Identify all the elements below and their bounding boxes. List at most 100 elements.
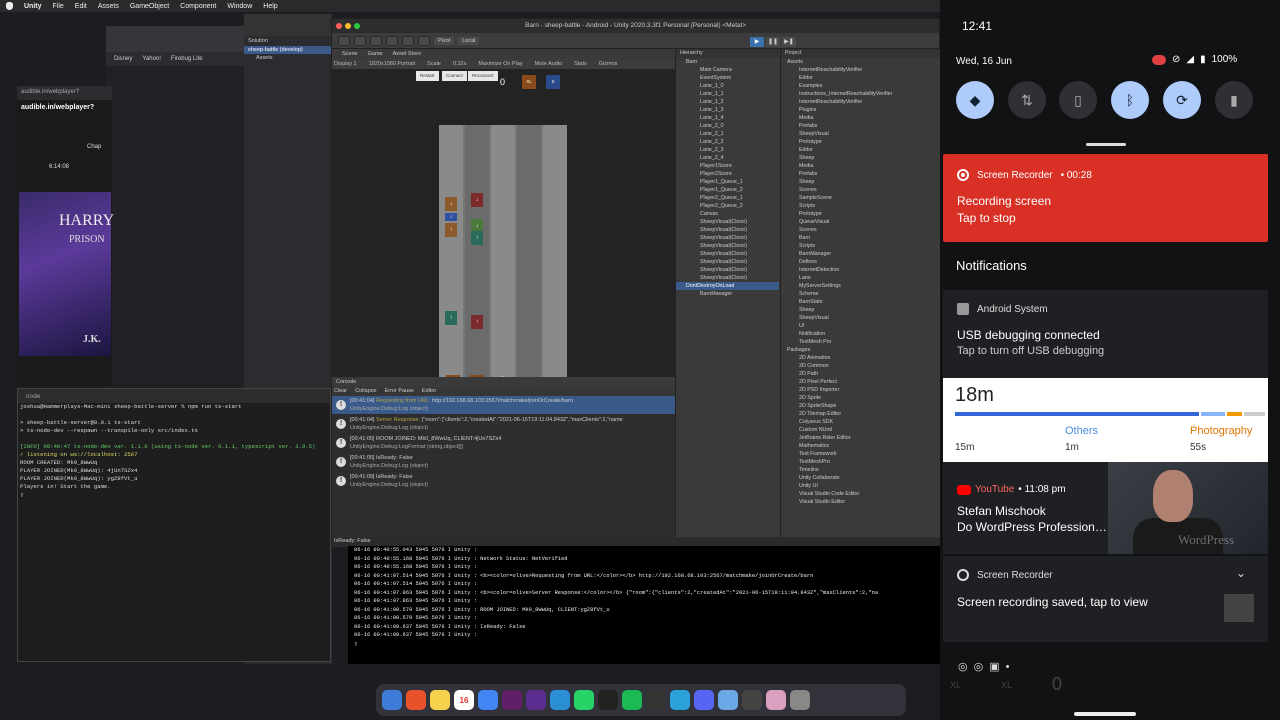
project-item[interactable]: 2D Sprite (781, 394, 940, 402)
hierarchy-item[interactable]: Lane_2_0 (676, 122, 779, 130)
console-entry[interactable]: ! [00:41:04] Server Response: {"room":{"c… (332, 415, 675, 434)
hierarchy-item[interactable]: Lane_1_3 (676, 106, 779, 114)
project-item[interactable]: SheepVisual (781, 314, 940, 322)
hierarchy-item[interactable]: Lane_2_3 (676, 146, 779, 154)
home-gesture-bar[interactable] (1074, 712, 1136, 716)
project-item[interactable]: MyServerSettings (781, 282, 940, 290)
hierarchy-item[interactable]: Player2_Queue_1 (676, 194, 779, 202)
hierarchy-item[interactable]: EventSystem (676, 74, 779, 82)
slack-icon[interactable] (502, 690, 522, 710)
browser-tabs[interactable] (106, 26, 256, 52)
project-item[interactable]: Visual Studio Editor (781, 498, 940, 506)
rect-tool-icon[interactable] (402, 35, 414, 46)
photos-icon[interactable] (766, 690, 786, 710)
lane-4[interactable] (517, 125, 541, 381)
brave-icon[interactable] (406, 690, 426, 710)
hierarchy-item[interactable]: SheepVisual(Clone) (676, 266, 779, 274)
menu-help[interactable]: Help (263, 3, 277, 10)
project-item[interactable]: Assets (781, 58, 940, 66)
connect-button[interactable]: Connect (442, 71, 467, 81)
project-item[interactable]: Media (781, 162, 940, 170)
chrome-icon[interactable] (478, 690, 498, 710)
local-toggle[interactable]: Local (458, 36, 480, 45)
project-item[interactable]: Timeline (781, 466, 940, 474)
hierarchy-item[interactable]: Lane_1_0 (676, 82, 779, 90)
reconnect-button[interactable]: Reconnect (468, 71, 498, 81)
recorder-stop-action[interactable]: Tap to stop (957, 211, 1016, 225)
youtube-notification[interactable]: YouTube • 11:08 pm Stefan Mischook Do Wo… (943, 462, 1268, 554)
shade-drag-handle[interactable] (1086, 143, 1126, 146)
tab-asset-store[interactable]: Asset Store (393, 49, 421, 59)
project-item[interactable]: Packages (781, 346, 940, 354)
screen-time-widget[interactable]: 18m 15m Others 1m Photography 55s (943, 378, 1268, 462)
lane-1[interactable] (439, 125, 463, 381)
project-item[interactable]: Visual Studio Code Editor (781, 490, 940, 498)
project-item[interactable]: Test Framework (781, 450, 940, 458)
step-button[interactable]: ▶❚ (782, 37, 796, 47)
maximize-on-play-toggle[interactable]: Maximize On Play (478, 59, 522, 69)
hierarchy-item[interactable]: SheepVisual(Clone) (676, 226, 779, 234)
audible-url[interactable]: audible.in/webplayer? (17, 86, 112, 100)
project-item[interactable]: Unity UI (781, 482, 940, 490)
project-item[interactable]: 2D Animation (781, 354, 940, 362)
battery-saver-tile-icon[interactable]: ▯ (1059, 81, 1097, 119)
solution-assets[interactable]: Assets (244, 54, 332, 62)
finder-icon[interactable] (382, 690, 402, 710)
project-item[interactable]: Notification (781, 330, 940, 338)
menu-unity[interactable]: Unity (24, 3, 42, 10)
notes-icon[interactable] (430, 690, 450, 710)
hierarchy-item[interactable]: Player1Score (676, 162, 779, 170)
project-item[interactable]: Scheme (781, 290, 940, 298)
hierarchy-item[interactable]: Barn (676, 58, 779, 66)
project-item[interactable]: 2D Path (781, 370, 940, 378)
project-item[interactable]: Editor (781, 146, 940, 154)
project-item[interactable]: Unity Collaborate (781, 474, 940, 482)
project-item[interactable]: Scenes (781, 226, 940, 234)
project-item[interactable]: Mathematics (781, 442, 940, 450)
project-item[interactable]: 2D Common (781, 362, 940, 370)
hierarchy-item[interactable]: Player2Score (676, 170, 779, 178)
chevron-down-icon[interactable]: ⌄ (1236, 566, 1246, 580)
logcat-terminal[interactable]: 06-16 00:40:55.043 5045 5076 I Unity : 06… (348, 546, 940, 664)
project-item[interactable]: Defines (781, 258, 940, 266)
preview-icon[interactable] (718, 690, 738, 710)
trash-icon[interactable] (790, 690, 810, 710)
hierarchy-item[interactable]: Player1_Queue_2 (676, 186, 779, 194)
project-item[interactable]: Scenes (781, 186, 940, 194)
scale-tool-icon[interactable] (386, 35, 398, 46)
project-item[interactable]: Instructions_InternetReachabilityVerifie… (781, 90, 940, 98)
hierarchy-item[interactable]: SheepVisual(Clone) (676, 234, 779, 242)
hierarchy-item[interactable]: Lane_2_1 (676, 130, 779, 138)
project-item[interactable]: Sheep (781, 178, 940, 186)
rotate-tool-icon[interactable] (370, 35, 382, 46)
bluetooth-tile-icon[interactable]: ᛒ (1111, 81, 1149, 119)
hierarchy-item[interactable]: Lane_1_2 (676, 98, 779, 106)
lane-5[interactable] (543, 125, 567, 381)
game-board[interactable]: ↓ ↓ ↑ ↓ ↓ ↑ ↑ ↑ (439, 125, 567, 381)
project-item[interactable]: SheepVisual (781, 130, 940, 138)
menu-assets[interactable]: Assets (98, 3, 119, 10)
project-item[interactable]: Media (781, 114, 940, 122)
project-item[interactable]: TextMeshPro (781, 458, 940, 466)
screen-recorder-notification[interactable]: Screen Recorder • 00:28 Recording screen… (943, 154, 1268, 242)
project-item[interactable]: 2D SpriteShape (781, 402, 940, 410)
project-item[interactable]: InternetDetection (781, 266, 940, 274)
project-item[interactable]: Prototype (781, 210, 940, 218)
project-item[interactable]: 2D PSD Importer (781, 386, 940, 394)
stats-toggle[interactable]: Stats (574, 59, 587, 69)
mobile-data-tile-icon[interactable]: ⇅ (1008, 81, 1046, 119)
pivot-toggle[interactable]: Pivot (434, 36, 455, 45)
console-entry[interactable]: ! [00:41:09] IsReady: False UnityEngine.De… (332, 472, 675, 491)
project-item[interactable]: 2D Tilemap Editor (781, 410, 940, 418)
bookmark-yahoo[interactable]: Yahoo! (142, 56, 161, 62)
project-item[interactable]: JetBrains Rider Editor (781, 434, 940, 442)
console-entry[interactable]: ! [00:41:05] IsReady: False UnityEngine.De… (332, 453, 675, 472)
pause-button[interactable]: ❚❚ (766, 37, 780, 47)
youtube-thumbnail[interactable]: WordPress (1108, 462, 1268, 554)
apple-icon[interactable] (6, 2, 13, 10)
menu-gameobject[interactable]: GameObject (130, 3, 169, 10)
console-clear-button[interactable]: Clear (334, 387, 347, 396)
unity-hub-icon[interactable] (742, 690, 762, 710)
project-item[interactable]: BarnManager (781, 250, 940, 258)
terminal-icon[interactable] (598, 690, 618, 710)
